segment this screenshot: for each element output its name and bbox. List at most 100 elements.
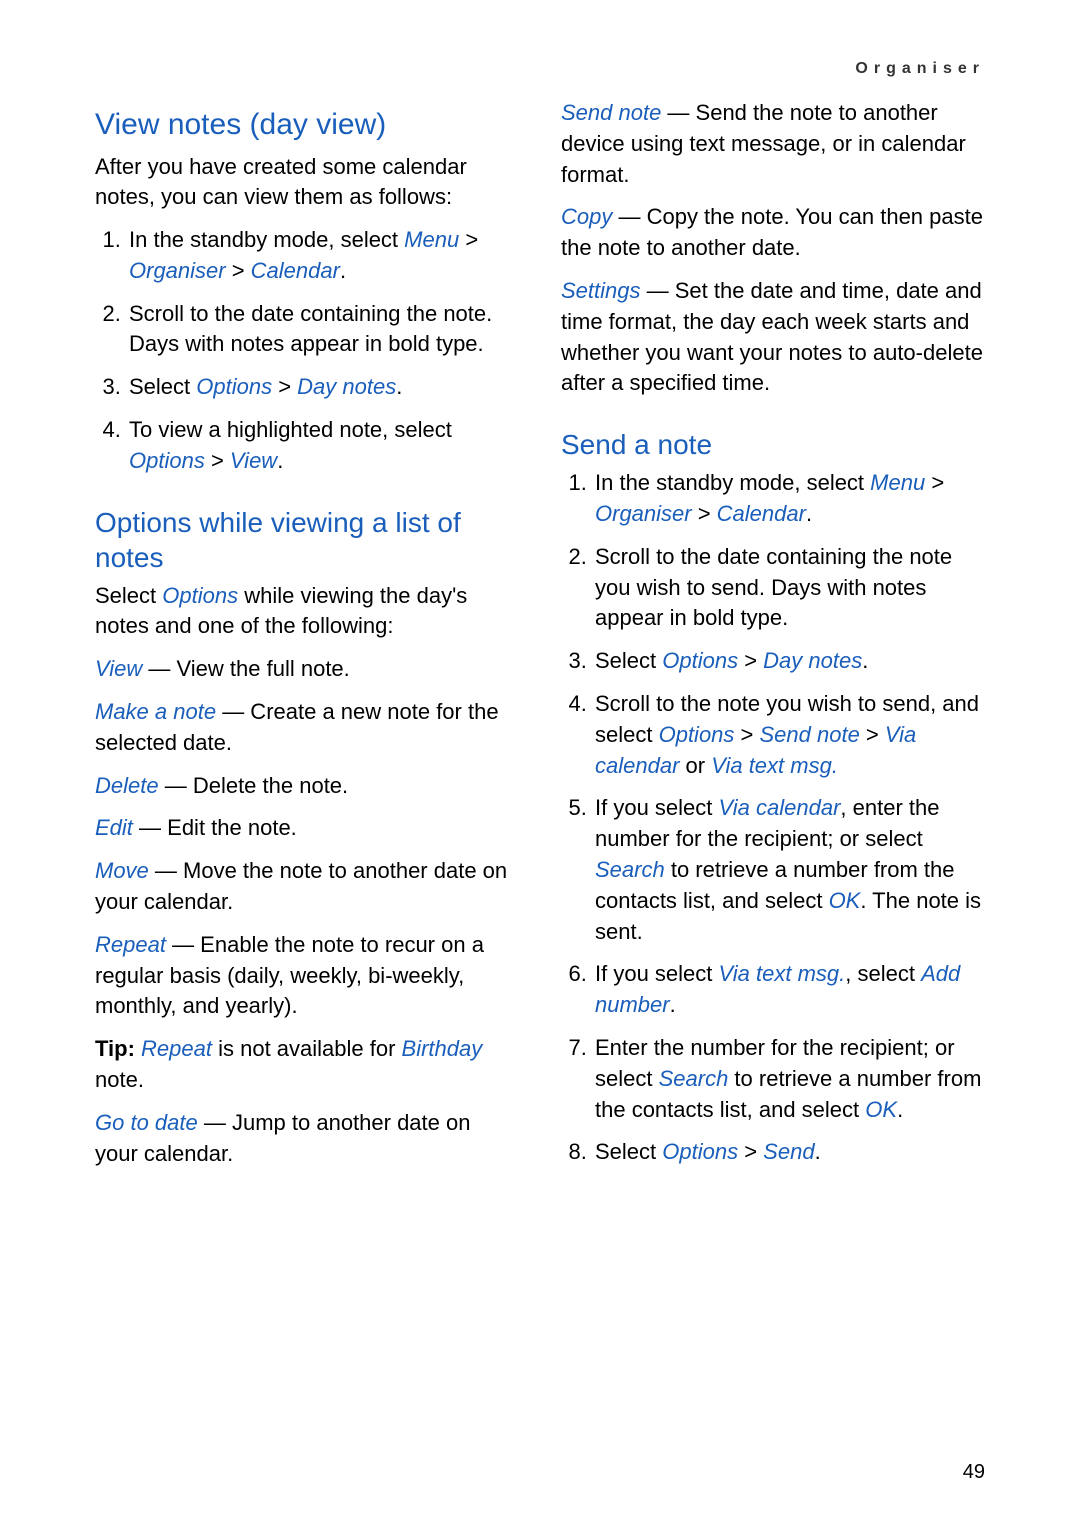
step-text: . xyxy=(806,501,812,526)
heading-view-notes: View notes (day view) xyxy=(95,106,519,144)
menu-term: Day notes xyxy=(763,648,862,673)
menu-term: Search xyxy=(659,1066,729,1091)
option-key: Settings xyxy=(561,278,641,303)
step-text: If you select xyxy=(595,961,719,986)
menu-term: Via text msg. xyxy=(711,753,838,778)
menu-term: OK xyxy=(865,1097,897,1122)
option-repeat: Repeat — Enable the note to recur on a r… xyxy=(95,930,519,1022)
option-edit: Edit — Edit the note. xyxy=(95,813,519,844)
step-text: > xyxy=(205,448,230,473)
option-send-note: Send note — Send the note to another dev… xyxy=(561,98,985,190)
menu-term: Options xyxy=(196,374,272,399)
step-text: In the standby mode, select xyxy=(129,227,404,252)
option-key: Go to date xyxy=(95,1110,198,1135)
step-text: > xyxy=(692,501,717,526)
intro-paragraph: After you have created some calendar not… xyxy=(95,152,519,214)
menu-term: Calendar xyxy=(717,501,806,526)
steps-view-notes: In the standby mode, select Menu > Organ… xyxy=(95,225,519,477)
menu-term: Options xyxy=(662,1139,738,1164)
steps-send-note: In the standby mode, select Menu > Organ… xyxy=(561,468,985,1168)
option-settings: Settings — Set the date and time, date a… xyxy=(561,276,985,399)
heading-send-a-note: Send a note xyxy=(561,427,985,462)
list-item: Scroll to the date containing the note. … xyxy=(127,299,519,361)
text: Select xyxy=(95,583,162,608)
option-key: Make a note xyxy=(95,699,216,724)
menu-term: Day notes xyxy=(297,374,396,399)
menu-term: Options xyxy=(162,583,238,608)
list-item: Select Options > Send. xyxy=(593,1137,985,1168)
step-text: Select xyxy=(595,648,662,673)
menu-term: Send note xyxy=(760,722,860,747)
tip-repeat-birthday: Tip: Repeat is not available for Birthda… xyxy=(95,1034,519,1096)
option-key: View xyxy=(95,656,142,681)
menu-term: Calendar xyxy=(251,258,340,283)
menu-term: Send xyxy=(763,1139,814,1164)
option-delete: Delete — Delete the note. xyxy=(95,771,519,802)
two-column-layout: View notes (day view) After you have cre… xyxy=(95,98,985,1181)
step-text: > xyxy=(738,1139,763,1164)
option-copy: Copy — Copy the note. You can then paste… xyxy=(561,202,985,264)
step-text: . xyxy=(396,374,402,399)
option-move: Move — Move the note to another date on … xyxy=(95,856,519,918)
text: is not available for xyxy=(212,1036,402,1061)
step-text: . xyxy=(815,1139,821,1164)
option-go-to-date: Go to date — Jump to another date on you… xyxy=(95,1108,519,1170)
page-number: 49 xyxy=(963,1461,985,1484)
option-key: Repeat xyxy=(95,932,166,957)
list-item: Enter the number for the recipient; or s… xyxy=(593,1033,985,1125)
option-desc: — Edit the note. xyxy=(133,815,297,840)
step-text: > xyxy=(734,722,759,747)
menu-term: View xyxy=(230,448,277,473)
step-text: Select xyxy=(129,374,196,399)
option-desc: — Delete the note. xyxy=(159,773,349,798)
step-text: . xyxy=(277,448,283,473)
list-item: Scroll to the note you wish to send, and… xyxy=(593,689,985,781)
list-item: Select Options > Day notes. xyxy=(593,646,985,677)
text: note. xyxy=(95,1067,144,1092)
list-item: In the standby mode, select Menu > Organ… xyxy=(127,225,519,287)
menu-term: Via text msg. xyxy=(719,961,846,986)
menu-term: Options xyxy=(662,648,738,673)
menu-term: Menu xyxy=(870,470,925,495)
menu-term: Organiser xyxy=(595,501,692,526)
tip-label: Tip: xyxy=(95,1036,141,1061)
option-key: Move xyxy=(95,858,149,883)
step-text: > xyxy=(925,470,944,495)
heading-options-list: Options while viewing a list of notes xyxy=(95,505,519,575)
options-intro: Select Options while viewing the day's n… xyxy=(95,581,519,643)
menu-term: Options xyxy=(659,722,735,747)
list-item: If you select Via text msg., select Add … xyxy=(593,959,985,1021)
option-desc: — Move the note to another date on your … xyxy=(95,858,507,914)
step-text: > xyxy=(738,648,763,673)
step-text: > xyxy=(860,722,885,747)
list-item: Scroll to the date containing the note y… xyxy=(593,542,985,634)
running-head: Organiser xyxy=(95,60,985,78)
menu-term: Birthday xyxy=(402,1036,483,1061)
menu-term: Organiser xyxy=(129,258,226,283)
right-column: Send note — Send the note to another dev… xyxy=(561,98,985,1181)
step-text: or xyxy=(679,753,711,778)
manual-page: Organiser View notes (day view) After yo… xyxy=(0,0,1080,1530)
menu-term: Menu xyxy=(404,227,459,252)
option-make-a-note: Make a note — Create a new note for the … xyxy=(95,697,519,759)
option-key: Copy xyxy=(561,204,612,229)
menu-term: OK xyxy=(829,888,861,913)
step-text: . xyxy=(340,258,346,283)
step-text: Select xyxy=(595,1139,662,1164)
option-desc: — View the full note. xyxy=(142,656,350,681)
option-view: View — View the full note. xyxy=(95,654,519,685)
step-text: . xyxy=(670,992,676,1017)
menu-term: Repeat xyxy=(141,1036,212,1061)
option-desc: — Copy the note. You can then paste the … xyxy=(561,204,983,260)
step-text: In the standby mode, select xyxy=(595,470,870,495)
option-key: Delete xyxy=(95,773,159,798)
list-item: In the standby mode, select Menu > Organ… xyxy=(593,468,985,530)
menu-term: Via calendar xyxy=(719,795,841,820)
menu-term: Options xyxy=(129,448,205,473)
step-text: . xyxy=(897,1097,903,1122)
step-text: > xyxy=(272,374,297,399)
option-key: Edit xyxy=(95,815,133,840)
step-text: > xyxy=(226,258,251,283)
list-item: If you select Via calendar, enter the nu… xyxy=(593,793,985,947)
menu-term: Search xyxy=(595,857,665,882)
